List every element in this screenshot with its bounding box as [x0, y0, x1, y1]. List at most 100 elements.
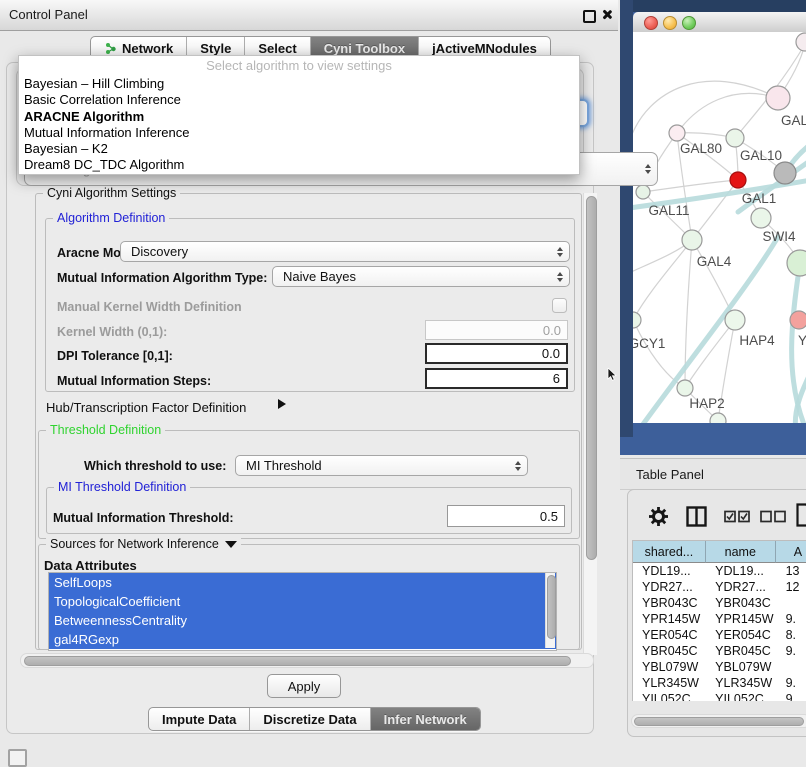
table-hscrollbar[interactable] — [631, 714, 806, 728]
table-row[interactable]: YIL052CYIL052C9 — [633, 691, 806, 701]
close-traffic-light[interactable] — [644, 16, 658, 30]
table-row[interactable]: YLR345WYLR345W9. — [633, 675, 806, 691]
table-cell: YDR27... — [633, 579, 706, 595]
select-all-checkbox-icon[interactable] — [724, 510, 750, 523]
mi-type-combo[interactable]: Naive Bayes — [272, 266, 570, 287]
mi-steps-value: 6 — [553, 371, 560, 386]
dpi-tolerance-value: 0.0 — [542, 346, 560, 361]
minimize-traffic-light[interactable] — [663, 16, 677, 30]
table-row[interactable]: YBL079WYBL079W — [633, 659, 806, 675]
tab-impute-data[interactable]: Impute Data — [149, 708, 249, 730]
network-edge[interactable] — [633, 240, 692, 320]
network-node-label: GAL1 — [742, 191, 777, 206]
kernel-width-value: 0.0 — [543, 323, 561, 338]
tab-infer-network[interactable]: Infer Network — [370, 708, 480, 730]
column-header-a[interactable]: A — [776, 541, 806, 563]
table-row[interactable]: YDR27...YDR27...12 — [633, 579, 806, 595]
control-panel-title: Control Panel — [9, 7, 88, 22]
settings-scrollbar[interactable] — [583, 193, 597, 655]
settings-gear-icon[interactable] — [648, 506, 669, 527]
float-window-icon[interactable] — [583, 10, 596, 23]
algorithm-menu-item-basic-correlation-inference[interactable]: Basic Correlation Inference — [19, 92, 579, 108]
network-edge[interactable] — [692, 180, 738, 240]
table-row[interactable]: YBR043CYBR043C — [633, 595, 806, 611]
table-cell: YLR345W — [706, 675, 776, 691]
mi-threshold-value: 0.5 — [540, 509, 558, 524]
algorithm-menu-item-bayesian-hill-climbing[interactable]: Bayesian – Hill Climbing — [19, 76, 579, 92]
algorithm-dropdown-menu: Select algorithm to view settings Bayesi… — [18, 55, 580, 175]
algorithm-menu-item-dream8-dc-tdc-algorithm[interactable]: Dream8 DC_TDC Algorithm — [19, 157, 579, 173]
network-node-label: GAL10 — [740, 148, 782, 163]
attribute-item-selfloops[interactable]: SelfLoops — [49, 573, 556, 592]
mi-threshold-field[interactable]: 0.5 — [447, 505, 565, 527]
network-node[interactable] — [633, 312, 641, 328]
column-layout-icon[interactable] — [686, 506, 707, 527]
network-edge[interactable] — [677, 93, 778, 133]
attribute-item-gal4rgexp[interactable]: gal4RGexp — [49, 630, 556, 649]
algorithm-menu-item-aracne-algorithm[interactable]: ARACNE Algorithm — [19, 109, 579, 125]
network-node[interactable] — [790, 311, 806, 329]
aracne-mode-combo[interactable]: Discovery — [120, 241, 570, 262]
dock-panel-icon[interactable] — [8, 749, 27, 767]
table-row[interactable]: YBR045CYBR045C9. — [633, 643, 806, 659]
table-cell: YER054C — [706, 627, 776, 643]
network-node[interactable] — [677, 380, 693, 396]
network-node[interactable] — [796, 33, 806, 51]
kernel-width-field: 0.0 — [425, 320, 568, 340]
tab-label: Style — [200, 41, 231, 56]
attributes-scrollbar[interactable] — [545, 573, 555, 648]
apply-button-label: Apply — [288, 679, 321, 694]
tab-discretize-data[interactable]: Discretize Data — [249, 708, 369, 730]
settings-hscrollbar[interactable] — [20, 653, 594, 668]
aracne-mode-value: Discovery — [131, 244, 188, 259]
attribute-item-topologicalcoefficient[interactable]: TopologicalCoefficient — [49, 592, 556, 611]
tab-label: Discretize Data — [263, 712, 356, 727]
network-window-titlebar[interactable] — [633, 12, 806, 33]
table-cell: 9. — [777, 675, 806, 691]
network-node-label: GAL — [781, 113, 806, 128]
network-edge[interactable] — [633, 81, 778, 137]
tab-label: Infer Network — [384, 712, 467, 727]
network-frame-top — [620, 0, 806, 12]
column-header-shared[interactable]: shared... — [633, 541, 706, 563]
algorithm-menu-item-bayesian-k2[interactable]: Bayesian – K2 — [19, 141, 579, 157]
algorithm-menu-item-mutual-information-inference[interactable]: Mutual Information Inference — [19, 125, 579, 141]
network-node[interactable] — [710, 413, 726, 423]
network-node[interactable] — [682, 230, 702, 250]
which-threshold-combo[interactable]: MI Threshold — [235, 455, 528, 476]
network-node[interactable] — [766, 86, 790, 110]
network-node[interactable] — [751, 208, 771, 228]
network-node[interactable] — [730, 172, 746, 188]
attribute-item-betweennesscentrality[interactable]: BetweennessCentrality — [49, 611, 556, 630]
mi-steps-field[interactable]: 6 — [425, 368, 568, 389]
table-row[interactable]: YDL19...YDL19...13 — [633, 563, 806, 579]
network-node[interactable] — [669, 125, 685, 141]
column-header-name[interactable]: name — [706, 541, 776, 563]
table-cell: 12 — [777, 579, 806, 595]
dpi-tolerance-field[interactable]: 0.0 — [425, 343, 568, 364]
table-row[interactable]: YER054CYER054C8. — [633, 627, 806, 643]
mi-type-label: Mutual Information Algorithm Type: — [57, 271, 267, 285]
network-node[interactable] — [774, 162, 796, 184]
which-threshold-label: Which threshold to use: — [84, 459, 226, 473]
close-icon[interactable] — [601, 9, 612, 20]
deselect-all-checkbox-icon[interactable] — [760, 510, 786, 523]
network-node-label: GAL4 — [697, 254, 732, 269]
network-canvas[interactable]: GALGAL80GAL10GAL1GAL11SWI4GAL4GCY1HAP4YH… — [633, 32, 806, 423]
table-cell: YDL19... — [706, 563, 776, 579]
network-node[interactable] — [725, 310, 745, 330]
expand-arrow-icon[interactable] — [278, 399, 286, 409]
control-panel-titlebar: Control Panel — [0, 0, 618, 31]
collapse-arrow-icon[interactable] — [225, 541, 237, 548]
table-row[interactable]: YPR145WYPR145W9. — [633, 611, 806, 627]
mouse-cursor — [607, 368, 617, 381]
function-builder-icon[interactable] — [796, 503, 806, 527]
tab-label: Impute Data — [162, 712, 236, 727]
network-node[interactable] — [787, 250, 806, 276]
table-cell: 9 — [777, 691, 806, 701]
zoom-traffic-light[interactable] — [682, 16, 696, 30]
network-node[interactable] — [726, 129, 744, 147]
network-node[interactable] — [636, 185, 650, 199]
hub-section-label: Hub/Transcription Factor Definition — [46, 400, 246, 415]
apply-button[interactable]: Apply — [267, 674, 341, 698]
